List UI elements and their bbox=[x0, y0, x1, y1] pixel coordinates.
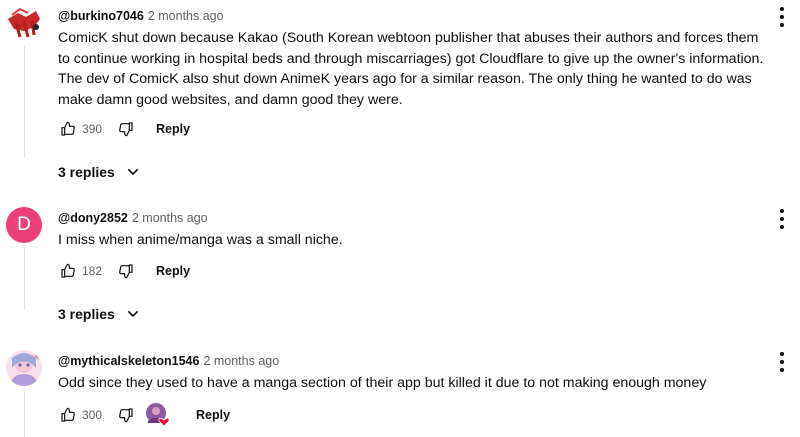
thread-line bbox=[24, 248, 25, 310]
user-avatar[interactable] bbox=[6, 350, 42, 386]
comment-text-line: I miss when anime/manga was a small nich… bbox=[58, 232, 343, 248]
dislike-icon[interactable] bbox=[116, 405, 136, 425]
comment-text-line: The dev of ComicK also shut down AnimeK … bbox=[58, 71, 752, 108]
more-options-icon[interactable] bbox=[778, 209, 786, 229]
author-name[interactable]: @dony2852 bbox=[58, 211, 128, 225]
view-replies-button[interactable]: 3 replies bbox=[58, 306, 141, 322]
more-options-icon[interactable] bbox=[778, 352, 786, 372]
thread-line bbox=[24, 46, 25, 158]
replies-label: 3 replies bbox=[58, 164, 115, 180]
comment-header: @dony2852 2 months ago bbox=[58, 210, 208, 226]
like-icon[interactable] bbox=[58, 119, 78, 139]
comment-actions: 390 Reply bbox=[58, 117, 190, 141]
comment-actions: 182 Reply bbox=[58, 259, 190, 283]
replies-label: 3 replies bbox=[58, 306, 115, 322]
avatar-letter: D bbox=[17, 214, 31, 235]
reply-button[interactable]: Reply bbox=[156, 264, 190, 278]
comment-text-line: ComicK shut down because Kakao (South Ko… bbox=[58, 30, 764, 67]
like-count: 390 bbox=[82, 122, 103, 136]
comment-1: @burkino7046 2 months ago ComicK shut dow… bbox=[0, 0, 800, 190]
comment-text: I miss when anime/manga was a small nich… bbox=[58, 230, 770, 251]
timestamp[interactable]: 2 months ago bbox=[203, 354, 279, 368]
comment-2: D @dony2852 2 months ago I miss when anim… bbox=[0, 200, 800, 335]
timestamp[interactable]: 2 months ago bbox=[148, 9, 224, 23]
dislike-icon[interactable] bbox=[116, 119, 136, 139]
user-avatar[interactable]: D bbox=[6, 207, 42, 243]
anime-character-avatar-icon bbox=[6, 350, 42, 386]
dislike-icon[interactable] bbox=[116, 261, 136, 281]
user-avatar[interactable] bbox=[6, 5, 42, 41]
author-name[interactable]: @burkino7046 bbox=[58, 9, 144, 23]
chevron-down-icon bbox=[127, 168, 139, 176]
more-options-icon[interactable] bbox=[778, 7, 786, 27]
reply-button[interactable]: Reply bbox=[156, 122, 190, 136]
like-icon[interactable] bbox=[58, 261, 78, 281]
comment-header: @burkino7046 2 months ago bbox=[58, 8, 224, 24]
comment-3: @mythicalskeleton1546 2 months ago Odd si… bbox=[0, 343, 800, 437]
red-abstract-avatar-icon bbox=[6, 5, 42, 41]
view-replies-button[interactable]: 3 replies bbox=[58, 164, 141, 180]
reply-button[interactable]: Reply bbox=[196, 408, 230, 422]
chevron-down-icon bbox=[127, 310, 139, 318]
like-count: 182 bbox=[82, 264, 103, 278]
creator-heart-icon bbox=[146, 403, 170, 427]
comment-text: ComicK shut down because Kakao (South Ko… bbox=[58, 28, 770, 110]
timestamp[interactable]: 2 months ago bbox=[132, 211, 208, 225]
comment-text: Odd since they used to have a manga sect… bbox=[58, 373, 770, 394]
comment-actions: 300 Reply bbox=[58, 403, 230, 427]
comment-text-line: Odd since they used to have a manga sect… bbox=[58, 375, 707, 391]
comment-header: @mythicalskeleton1546 2 months ago bbox=[58, 353, 279, 369]
like-count: 300 bbox=[82, 408, 103, 422]
author-name[interactable]: @mythicalskeleton1546 bbox=[58, 354, 199, 368]
thread-line bbox=[24, 391, 25, 437]
like-icon[interactable] bbox=[58, 405, 78, 425]
